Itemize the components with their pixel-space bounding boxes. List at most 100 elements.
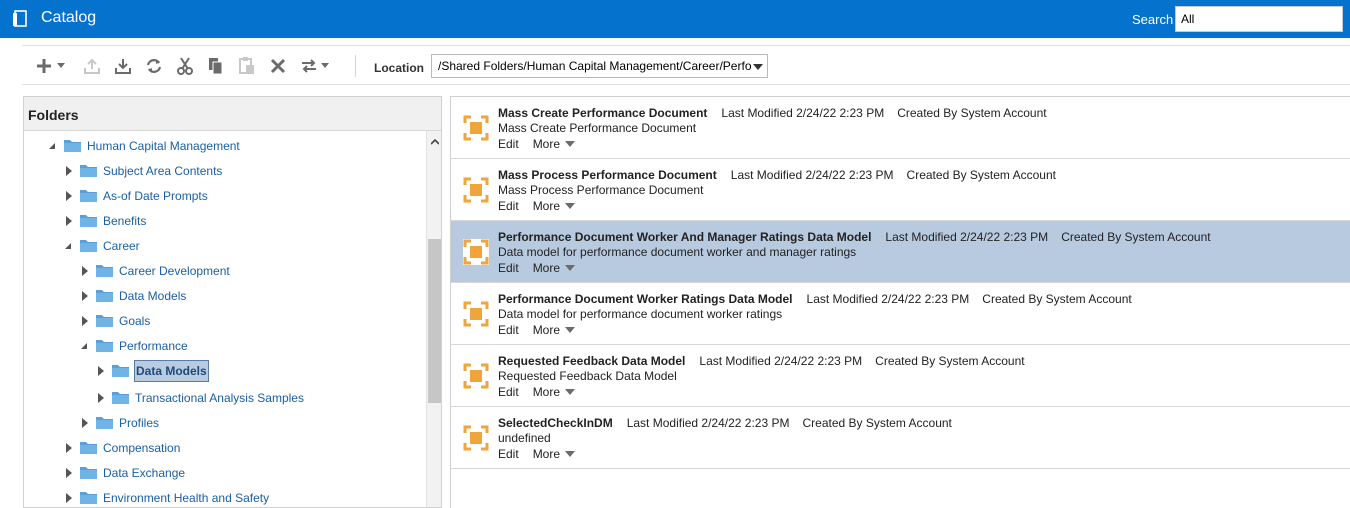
folder-label[interactable]: Performance: [119, 339, 188, 353]
folder-label[interactable]: Compensation: [103, 441, 180, 455]
folder-tree-item[interactable]: Data Models: [24, 360, 424, 382]
folder-label[interactable]: Profiles: [119, 416, 159, 430]
more-menu-button[interactable]: More: [533, 137, 576, 151]
expand-arrow-right-icon[interactable]: [66, 468, 72, 478]
chevron-down-icon[interactable]: [753, 64, 763, 70]
expand-arrow-right-icon[interactable]: [82, 266, 88, 276]
item-actions: Edit More: [498, 447, 576, 461]
folder-tree-item[interactable]: Human Capital Management: [24, 135, 424, 157]
folder-tree-item[interactable]: Data Models: [24, 285, 424, 307]
move-icon[interactable]: [300, 57, 318, 75]
catalog-item-row[interactable]: SelectedCheckInDM Last Modified 2/24/22 2…: [451, 407, 1350, 469]
folders-scrollbar[interactable]: [426, 131, 441, 507]
folder-tree-item[interactable]: Environment Health and Safety: [24, 487, 424, 507]
item-name[interactable]: Performance Document Worker And Manager …: [498, 230, 871, 244]
expand-arrow-right-icon[interactable]: [98, 366, 104, 376]
folder-tree-item[interactable]: Compensation: [24, 437, 424, 459]
location-select[interactable]: /Shared Folders/Human Capital Management…: [431, 54, 768, 78]
header-bar: Catalog Search: [0, 0, 1350, 38]
item-name[interactable]: Requested Feedback Data Model: [498, 354, 685, 368]
add-dropdown-icon[interactable]: [57, 63, 65, 68]
scrollbar-thumb[interactable]: [428, 239, 441, 403]
expand-arrow-right-icon[interactable]: [66, 443, 72, 453]
refresh-icon[interactable]: [145, 57, 163, 75]
folder-icon: [80, 239, 97, 252]
expand-arrow-right-icon[interactable]: [82, 418, 88, 428]
folder-label[interactable]: Data Exchange: [103, 466, 185, 480]
folder-tree-item[interactable]: Transactional Analysis Samples: [24, 387, 424, 409]
folder-tree-item[interactable]: As-of Date Prompts: [24, 185, 424, 207]
folder-label[interactable]: Benefits: [103, 214, 146, 228]
scroll-up-icon[interactable]: [430, 135, 440, 145]
data-model-icon[interactable]: [463, 363, 489, 389]
data-model-icon[interactable]: [463, 115, 489, 141]
download-icon[interactable]: [114, 57, 132, 75]
catalog-item-row[interactable]: Performance Document Worker And Manager …: [451, 221, 1350, 283]
more-menu-button[interactable]: More: [533, 385, 576, 399]
chevron-down-icon: [565, 203, 576, 209]
folder-label[interactable]: Data Models: [119, 289, 186, 303]
expand-arrow-down-icon[interactable]: [49, 143, 55, 149]
data-model-icon[interactable]: [463, 425, 489, 451]
search-input[interactable]: [1175, 6, 1343, 32]
expand-arrow-down-icon[interactable]: [81, 343, 87, 349]
more-menu-button[interactable]: More: [533, 199, 576, 213]
expand-arrow-right-icon[interactable]: [66, 166, 72, 176]
item-name[interactable]: Performance Document Worker Ratings Data…: [498, 292, 793, 306]
expand-arrow-right-icon[interactable]: [98, 393, 104, 403]
paste-icon: [238, 57, 256, 75]
more-menu-button[interactable]: More: [533, 261, 576, 275]
folder-tree-item[interactable]: Subject Area Contents: [24, 160, 424, 182]
more-menu-button[interactable]: More: [532, 447, 576, 461]
item-name[interactable]: Mass Process Performance Document: [498, 168, 717, 182]
catalog-item-row[interactable]: Performance Document Worker Ratings Data…: [451, 283, 1350, 345]
folder-tree-item[interactable]: Career: [24, 235, 424, 257]
expand-arrow-right-icon[interactable]: [82, 291, 88, 301]
folder-label[interactable]: Career Development: [119, 264, 230, 278]
item-created-by: Created By System Account: [906, 168, 1056, 182]
edit-link[interactable]: Edit: [498, 137, 519, 151]
folder-tree-item[interactable]: Performance: [24, 335, 424, 357]
folder-label[interactable]: Subject Area Contents: [103, 164, 222, 178]
delete-icon[interactable]: [269, 57, 287, 75]
cut-icon[interactable]: [176, 57, 194, 75]
edit-link[interactable]: Edit: [498, 199, 519, 213]
folder-tree-item[interactable]: Profiles: [24, 412, 424, 434]
data-model-icon[interactable]: [463, 177, 489, 203]
folder-tree-item[interactable]: Goals: [24, 310, 424, 332]
expand-arrow-right-icon[interactable]: [66, 493, 72, 503]
folder-icon: [80, 214, 97, 227]
expand-arrow-right-icon[interactable]: [66, 191, 72, 201]
item-name[interactable]: SelectedCheckInDM: [498, 416, 613, 430]
catalog-item-row[interactable]: Mass Process Performance Document Last Mo…: [451, 159, 1350, 221]
catalog-item-row[interactable]: Mass Create Performance Document Last Mod…: [451, 97, 1350, 159]
folder-label[interactable]: Career: [103, 239, 140, 253]
copy-icon[interactable]: [207, 57, 225, 75]
data-model-icon[interactable]: [463, 301, 489, 327]
expand-arrow-down-icon[interactable]: [65, 243, 71, 249]
folder-label[interactable]: Data Models: [134, 360, 209, 382]
item-name[interactable]: Mass Create Performance Document: [498, 106, 707, 120]
more-label: More: [532, 447, 561, 461]
edit-link[interactable]: Edit: [498, 447, 519, 461]
expand-arrow-right-icon[interactable]: [66, 216, 72, 226]
folder-tree-item[interactable]: Data Exchange: [24, 462, 424, 484]
item-actions: Edit More: [498, 199, 576, 213]
folder-label[interactable]: As-of Date Prompts: [103, 189, 208, 203]
catalog-item-row[interactable]: Requested Feedback Data Model Last Modifi…: [451, 345, 1350, 407]
edit-link[interactable]: Edit: [498, 323, 519, 337]
data-model-icon[interactable]: [463, 239, 489, 265]
add-icon[interactable]: [35, 57, 53, 75]
folder-label[interactable]: Human Capital Management: [87, 139, 240, 153]
folder-tree-item[interactable]: Career Development: [24, 260, 424, 282]
edit-link[interactable]: Edit: [498, 385, 519, 399]
more-menu-button[interactable]: More: [533, 323, 576, 337]
folder-label[interactable]: Transactional Analysis Samples: [135, 391, 304, 405]
item-description: undefined: [498, 431, 551, 445]
folder-tree-item[interactable]: Benefits: [24, 210, 424, 232]
edit-link[interactable]: Edit: [498, 261, 519, 275]
expand-arrow-right-icon[interactable]: [82, 316, 88, 326]
move-dropdown-icon[interactable]: [321, 63, 329, 68]
folder-label[interactable]: Goals: [119, 314, 150, 328]
folder-label[interactable]: Environment Health and Safety: [103, 491, 269, 505]
